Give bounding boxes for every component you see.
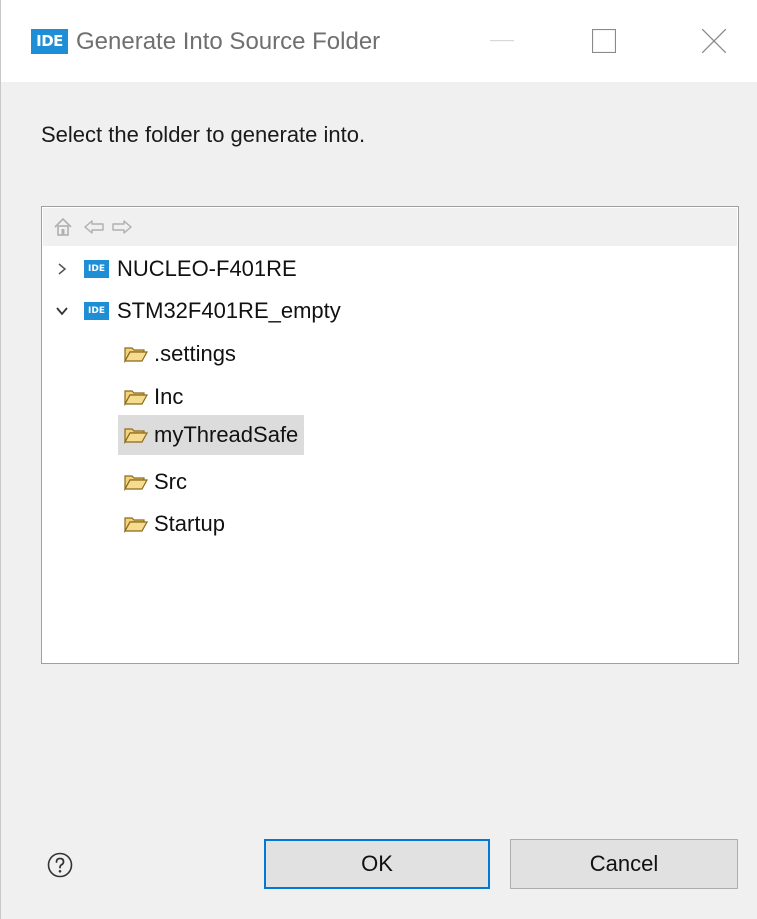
help-icon[interactable] (47, 852, 73, 878)
project-icon: IDE (84, 260, 109, 278)
cancel-button[interactable]: Cancel (510, 839, 738, 889)
dialog-window: IDE Generate Into Source Folder Select t… (0, 0, 757, 919)
forward-arrow-icon[interactable] (111, 216, 133, 238)
folder-item-mythreadsafe[interactable]: myThreadSafe (118, 415, 305, 455)
project-icon: IDE (84, 302, 109, 320)
close-icon (702, 29, 726, 53)
minimize-icon (490, 40, 514, 42)
folder-label: Inc (154, 384, 184, 409)
home-icon[interactable] (52, 216, 74, 238)
chevron-down-icon[interactable] (54, 303, 70, 319)
folder-label: .settings (154, 341, 236, 366)
folder-item-settings[interactable]: .settings (120, 334, 240, 374)
folder-icon (124, 347, 148, 363)
folder-tree[interactable]: IDE NUCLEO-F401RE IDE STM32F401RE_empty … (41, 206, 739, 664)
folder-label: Src (154, 469, 187, 494)
tree-item-label: STM32F401RE_empty (117, 298, 341, 323)
tree-item-stm32[interactable]: IDE STM32F401RE_empty (54, 291, 341, 331)
instruction-text: Select the folder to generate into. (41, 122, 366, 147)
ok-button[interactable]: OK (264, 839, 490, 889)
folder-label: Startup (154, 511, 225, 536)
folder-item-src[interactable]: Src (120, 462, 191, 502)
folder-label: myThreadSafe (154, 422, 299, 447)
folder-icon (124, 517, 148, 533)
folder-item-startup[interactable]: Startup (120, 504, 229, 544)
chevron-right-icon[interactable] (54, 261, 70, 277)
tree-nav-bar (43, 208, 737, 246)
back-arrow-icon[interactable] (83, 216, 105, 238)
maximize-icon (592, 29, 616, 53)
tree-item-label: NUCLEO-F401RE (117, 256, 297, 281)
maximize-button[interactable] (569, 0, 639, 82)
folder-icon (124, 475, 148, 491)
title-bar[interactable]: IDE Generate Into Source Folder (1, 0, 757, 82)
folder-icon (124, 390, 148, 406)
app-logo-icon: IDE (31, 29, 68, 54)
tree-item-nucleo[interactable]: IDE NUCLEO-F401RE (54, 249, 297, 289)
close-button[interactable] (679, 0, 749, 82)
folder-item-inc[interactable]: Inc (120, 377, 187, 417)
window-title: Generate Into Source Folder (76, 28, 381, 55)
minimize-button (467, 0, 537, 82)
folder-icon (124, 428, 148, 444)
